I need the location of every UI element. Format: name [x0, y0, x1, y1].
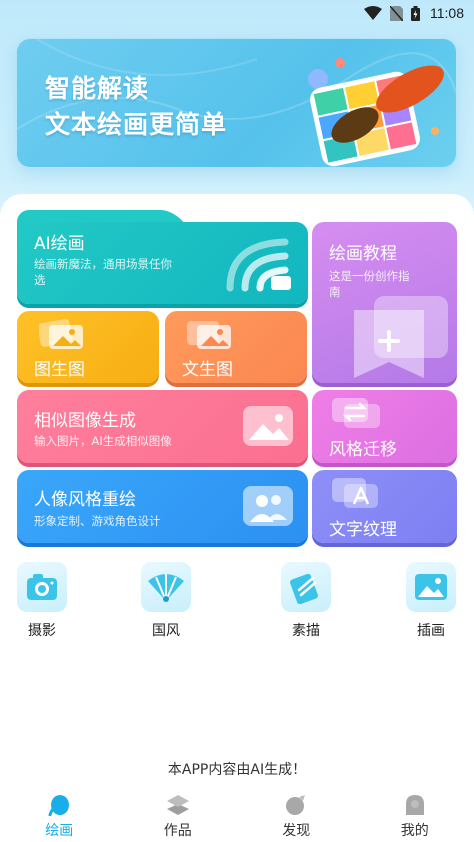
tool-illustration-label: 插画	[417, 623, 445, 639]
transfer-arrows-icon	[332, 398, 380, 428]
add-guide-icon	[354, 296, 448, 378]
tool-chinese-style-label: 国风	[152, 623, 180, 639]
picture-icon	[406, 562, 456, 612]
nav-tab-profile[interactable]: 我的	[356, 788, 474, 842]
tool-sketch[interactable]: 素描	[276, 562, 336, 640]
portrait-restyle-title: 人像风格重绘	[34, 490, 136, 510]
similar-image-card[interactable]: 相似图像生成 输入图片，AI生成相似图像	[17, 390, 308, 463]
profile-icon	[356, 794, 474, 816]
tool-photography[interactable]: 摄影	[12, 562, 72, 640]
similar-image-title: 相似图像生成	[34, 411, 136, 431]
discover-icon	[237, 794, 356, 816]
banner-headline-1: 智能解读	[45, 74, 150, 103]
tool-chinese-style[interactable]: 国风	[136, 562, 196, 640]
ai-painting-title: AI绘画	[34, 234, 85, 254]
tool-sketch-label: 素描	[292, 623, 320, 639]
style-transfer-card[interactable]: 风格迁移	[312, 390, 457, 463]
battery-icon	[411, 5, 420, 21]
nav-tab-discover[interactable]: 发现	[237, 788, 356, 842]
tutorial-card[interactable]: 绘画教程 这是一份创作指南	[312, 222, 457, 383]
text-texture-title: 文字纹理	[329, 520, 397, 540]
tutorial-title: 绘画教程	[329, 244, 397, 264]
ai-content-notice: 本APP内容由AI生成！	[167, 762, 307, 778]
txt2img-card[interactable]: 文生图	[165, 311, 307, 383]
users-icon	[243, 486, 293, 526]
img2img-card[interactable]: 图生图	[17, 311, 159, 383]
ai-painting-card[interactable]: AI绘画 绘画新魔法，通用场景任你选	[17, 222, 308, 304]
nav-tab-discover-label: 发现	[282, 823, 311, 839]
pencil-icon	[281, 562, 331, 612]
nav-tab-painting-label: 绘画	[45, 823, 74, 839]
paint-drop-icon	[0, 794, 119, 816]
nav-tab-works-label: 作品	[163, 823, 192, 839]
style-transfer-title: 风格迁移	[329, 440, 397, 460]
ai-painting-subtitle: 绘画新魔法，通用场景任你选	[34, 257, 172, 287]
image-stack-icon	[39, 319, 83, 349]
tool-photography-label: 摄影	[28, 623, 56, 639]
image-stack-icon	[187, 321, 231, 349]
portrait-restyle-card[interactable]: 人像风格重绘 形象定制、游戏角色设计	[17, 470, 308, 543]
portrait-restyle-subtitle: 形象定制、游戏角色设计	[34, 514, 161, 528]
bottom-nav: 绘画 作品 发现 我的	[0, 788, 474, 842]
text-style-icon	[332, 478, 378, 508]
status-bar: 11:08	[0, 0, 474, 28]
wifi-icon	[364, 6, 382, 20]
text-texture-card[interactable]: 文字纹理	[312, 470, 457, 543]
gallery-icon	[243, 406, 293, 446]
status-time: 11:08	[430, 5, 464, 21]
palette-brush-illustration	[308, 58, 444, 167]
similar-image-subtitle: 输入图片，AI生成相似图像	[34, 434, 172, 448]
promo-banner[interactable]: 智能解读 文本绘画更简单	[16, 38, 457, 168]
nav-tab-profile-label: 我的	[400, 823, 429, 839]
fan-icon	[141, 562, 191, 612]
nav-tab-painting[interactable]: 绘画	[0, 788, 119, 842]
camera-icon	[17, 562, 67, 612]
signal-waves-icon	[226, 238, 291, 292]
nav-tab-works[interactable]: 作品	[119, 788, 238, 842]
banner-headline-2: 文本绘画更简单	[45, 110, 228, 139]
tool-illustration[interactable]: 插画	[401, 562, 461, 640]
img2img-title: 图生图	[34, 360, 85, 380]
no-sim-icon	[390, 5, 403, 21]
txt2img-title: 文生图	[182, 360, 233, 380]
layers-icon	[119, 794, 238, 816]
